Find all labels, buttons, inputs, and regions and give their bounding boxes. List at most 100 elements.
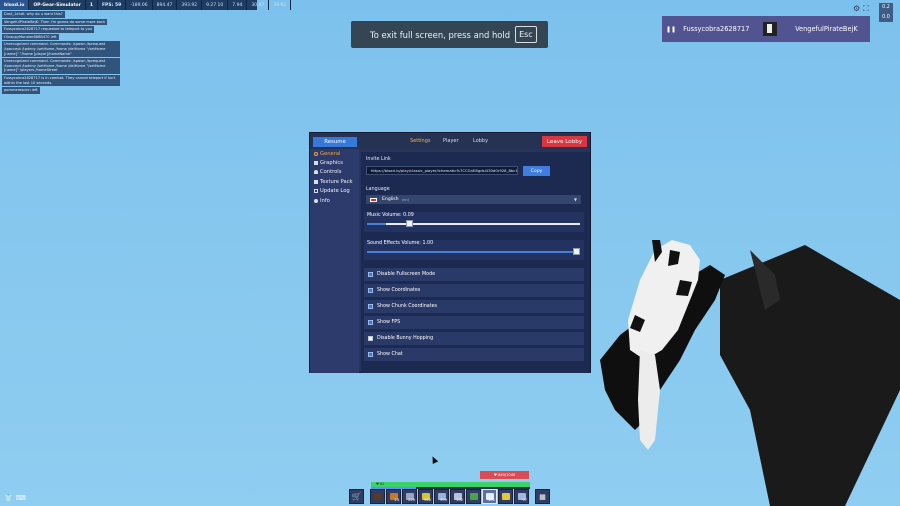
mouse-cursor	[429, 455, 439, 464]
rod-icon	[470, 493, 478, 500]
shirt-icon[interactable]: 👕	[4, 494, 13, 502]
toggle-disable-bunny-hopping[interactable]: Disable Bunny Hopping	[364, 332, 584, 345]
item-count: 940	[424, 498, 431, 502]
fullscreen-icon[interactable]: ⛶	[863, 4, 869, 14]
hotbar-slot[interactable]	[370, 489, 385, 504]
gear-icon	[314, 151, 318, 156]
hotbar-slot[interactable]: 101	[482, 489, 497, 504]
sword-icon	[374, 493, 382, 500]
sidebar-item-general[interactable]: General	[310, 149, 359, 158]
toggle-label: Show Coordinates	[377, 288, 421, 293]
chat-message: Fussycobra2628717 is in combat. They can…	[2, 74, 120, 87]
bottom-left-icons: 👕 ⌨	[4, 494, 26, 502]
hotbar-slot[interactable]: 132	[450, 489, 465, 504]
chunk-coord-2: 7.94	[228, 0, 248, 10]
coord-x: -189.06	[126, 0, 153, 10]
hotbar-slot[interactable]: 23	[386, 489, 401, 504]
shop-button[interactable]: 🛒	[349, 489, 364, 504]
sidebar-item-info[interactable]: Info	[310, 196, 359, 205]
chat-message: pommerescinn left	[2, 87, 40, 94]
fullscreen-hint-text: To exit full screen, press and hold	[370, 29, 511, 40]
toggle-label: Disable Bunny Hopping	[377, 336, 434, 341]
toggle-show-chunk-coordinates[interactable]: Show Chunk Coordinates	[364, 300, 584, 313]
checkbox[interactable]	[368, 304, 373, 309]
toggle-show-coordinates[interactable]: Show Coordinates	[364, 284, 584, 297]
sfx-volume-slider[interactable]	[367, 248, 580, 255]
player-name: Fussycobra2628717	[683, 25, 750, 33]
health-tooltip: ♥ 840/1040	[480, 471, 529, 479]
first-person-arm	[600, 240, 900, 506]
music-volume-slider[interactable]	[367, 220, 580, 227]
hotbar-slot[interactable]: 999	[434, 489, 449, 504]
checkbox[interactable]	[368, 272, 373, 277]
lobby-number: 1	[86, 0, 98, 10]
status-bar: bloxd.io OP-Gear-Simulator 1 FPS: 59 -18…	[0, 0, 292, 10]
item-count: 229	[408, 498, 415, 502]
inventory-button[interactable]: ▦	[535, 489, 550, 504]
sidebar-item-texture-pack[interactable]: Texture Pack	[310, 177, 359, 186]
sidebar-item-label: Graphics	[320, 160, 343, 167]
keyboard-icon[interactable]: ⌨	[16, 494, 26, 502]
settings-sidebar: General Graphics Controls Texture Pack U…	[310, 149, 359, 373]
sidebar-item-label: Update Log	[320, 188, 350, 195]
sfx-volume-thumb[interactable]	[573, 248, 580, 255]
music-volume-thumb[interactable]	[406, 220, 414, 227]
language-select[interactable]: English (en) ▼	[366, 195, 581, 204]
cart-icon: 🛒	[351, 492, 362, 501]
checkbox[interactable]	[368, 336, 373, 341]
sfx-volume-control: Sound Effects Volume: 1.00	[364, 240, 584, 260]
leave-lobby-button[interactable]: Leave Lobby	[542, 136, 587, 147]
fullscreen-exit-hint: To exit full screen, press and hold Esc	[351, 21, 548, 48]
language-value: English	[382, 197, 399, 202]
flag-icon	[370, 197, 377, 202]
ping-value: 0.2	[882, 5, 890, 11]
resume-button[interactable]: Resume	[313, 137, 357, 147]
chat-message: VengefulPirateBejK: Then I'm gonna do so…	[2, 18, 108, 26]
checkbox[interactable]	[368, 288, 373, 293]
toggle-label: Show FPS	[377, 320, 401, 325]
chunk-coord-1: 9.27 10	[202, 0, 229, 10]
hotbar-slot[interactable]: 940	[418, 489, 433, 504]
image-icon	[314, 161, 318, 166]
hotbar-slot[interactable]	[466, 489, 481, 504]
general-settings-content: Invite Link https://bloxd.io/play/classi…	[361, 152, 590, 373]
sidebar-item-label: Texture Pack	[320, 178, 353, 185]
player-name: VengefulPirateBejK	[795, 25, 858, 33]
top-right-icons: ⚙ ⛶	[853, 4, 869, 14]
hotbar-slot[interactable]: 97	[514, 489, 529, 504]
chunk-coord-4: 39.92	[269, 0, 292, 10]
game-logo: bloxd.io	[0, 0, 30, 10]
sidebar-item-controls[interactable]: Controls	[310, 168, 359, 177]
chat-log: Dust_1eluti: why do u want this? Vengefu…	[2, 11, 120, 95]
tab-lobby[interactable]: Lobby	[473, 138, 488, 144]
hotbar-slot[interactable]	[498, 489, 513, 504]
copy-link-button[interactable]: Copy	[523, 166, 550, 176]
toggle-show-chat[interactable]: Show Chat	[364, 348, 584, 361]
sfx-volume-fill	[367, 251, 580, 253]
fps-counter: FPS: 59	[98, 0, 127, 10]
checkbox[interactable]	[368, 320, 373, 325]
sfx-volume-label: Sound Effects Volume: 1.00	[367, 241, 434, 246]
toggle-disable-fullscreen[interactable]: Disable Fullscreen Mode	[364, 268, 584, 281]
gear-icon[interactable]: ⚙	[853, 4, 860, 14]
pause-icon[interactable]: ❚❚	[666, 26, 676, 33]
ping-box: 0.2 0.0	[879, 3, 893, 22]
item-count: 23	[394, 498, 399, 502]
hotbar-slot[interactable]: 229	[402, 489, 417, 504]
sidebar-item-label: Controls	[320, 169, 342, 176]
tab-settings[interactable]: Settings	[410, 138, 431, 144]
health-text: ♥ 82	[376, 482, 385, 486]
toggle-show-fps[interactable]: Show FPS	[364, 316, 584, 329]
music-volume-control: Music Volume: 0.09	[364, 212, 584, 232]
esc-key-badge: Esc	[515, 26, 537, 43]
chat-message: Unrecognized command. Commands: /spawn /…	[2, 58, 120, 74]
tab-player[interactable]: Player	[443, 138, 459, 144]
sidebar-item-update-log[interactable]: Update Log	[310, 187, 359, 196]
document-icon	[314, 189, 318, 194]
invite-link-field[interactable]: https://bloxd.io/play/classic_player/lch…	[366, 166, 518, 175]
info-icon	[314, 198, 318, 203]
server-name: OP-Gear-Simulator	[29, 0, 86, 10]
sidebar-item-graphics[interactable]: Graphics	[310, 158, 359, 167]
chevron-down-icon: ▼	[573, 197, 577, 202]
checkbox[interactable]	[368, 352, 373, 357]
